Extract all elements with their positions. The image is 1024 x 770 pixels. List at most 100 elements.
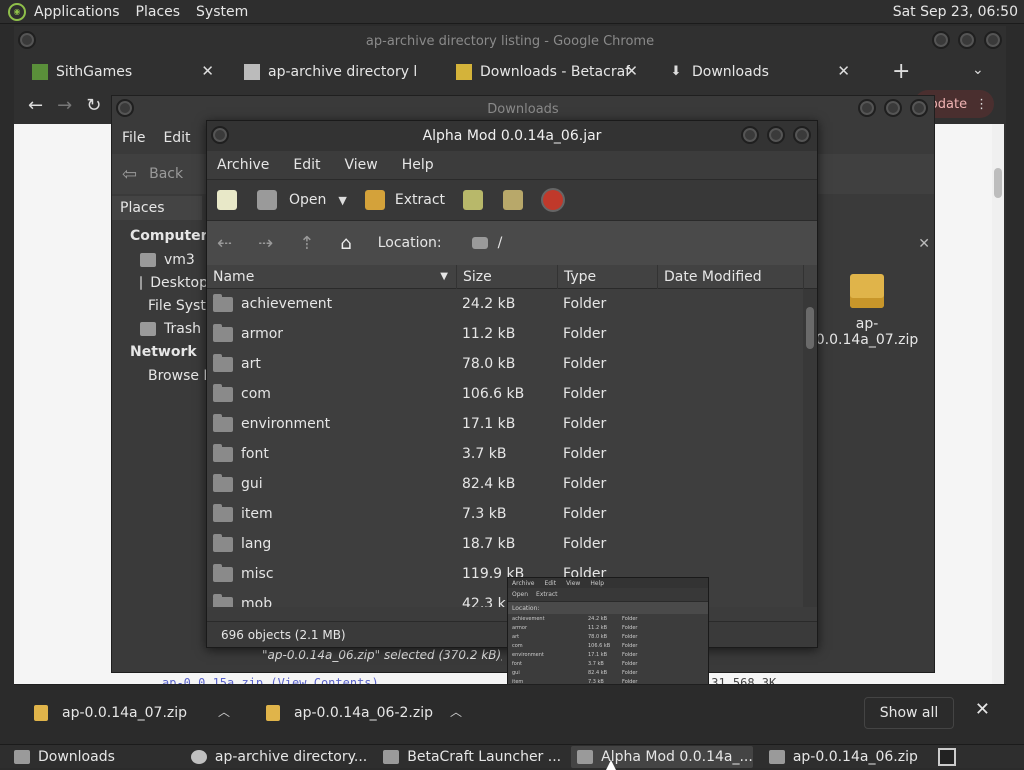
kebab-menu-icon[interactable]: ⋮ — [975, 97, 988, 112]
download-item-07[interactable]: ap-0.0.14a_07.zip ︿ — [14, 685, 246, 741]
tab-search-chevron-icon[interactable]: ⌄ — [972, 62, 984, 78]
show-desktop-icon[interactable] — [938, 748, 956, 766]
reload-icon[interactable]: ↻ — [86, 95, 101, 116]
window-menu-button[interactable] — [18, 31, 36, 49]
tab-sithgames[interactable]: SithGames ✕ — [14, 56, 226, 88]
file-row[interactable]: art 78.0 kB Folder — [207, 349, 817, 379]
col-date-modified[interactable]: Date Modified — [658, 264, 804, 289]
extract-button[interactable]: Extract — [395, 192, 445, 208]
window-menu-button[interactable] — [116, 99, 134, 117]
close-tab-icon[interactable]: ✕ — [201, 62, 214, 80]
tab-label: ap-archive directory listing — [268, 64, 418, 80]
downloads-window-title: Downloads — [487, 101, 559, 117]
home-icon[interactable]: ⌂ — [340, 233, 351, 254]
back-button[interactable]: Back — [149, 166, 183, 182]
maximize-button[interactable] — [958, 31, 976, 49]
close-pane-icon[interactable]: ✕ — [918, 236, 930, 252]
add-files-icon[interactable] — [463, 190, 484, 210]
forward-icon[interactable]: ⇢ — [258, 233, 273, 254]
col-type[interactable]: Type — [558, 264, 658, 289]
type-cell: Folder — [563, 476, 607, 492]
downloads-titlebar[interactable]: Downloads — [112, 96, 934, 122]
chevron-up-icon[interactable]: ︿ — [450, 703, 462, 720]
places-item-trash[interactable]: Trash — [112, 317, 208, 340]
forward-arrow-icon[interactable]: → — [57, 95, 72, 116]
file-row[interactable]: font 3.7 kB Folder — [207, 439, 817, 469]
menu-archive[interactable]: Archive — [217, 157, 269, 173]
menu-system[interactable]: System — [196, 4, 248, 20]
open-dropdown-icon[interactable]: ▼ — [338, 194, 346, 207]
location-value[interactable]: / — [498, 235, 503, 251]
archive-titlebar[interactable]: Alpha Mod 0.0.14a_06.jar — [207, 121, 817, 151]
task-downloads[interactable]: Downloads — [8, 746, 115, 768]
file-row[interactable]: gui 82.4 kB Folder — [207, 469, 817, 499]
open-archive-icon[interactable] — [257, 190, 277, 210]
menu-applications[interactable]: Applications — [34, 4, 120, 20]
desktop-logo-icon[interactable]: ◉ — [8, 2, 26, 21]
scrollbar-thumb[interactable] — [806, 307, 814, 349]
file-row[interactable]: armor 11.2 kB Folder — [207, 319, 817, 349]
file-list-scrollbar[interactable] — [803, 289, 817, 607]
show-all-button[interactable]: Show all — [864, 697, 954, 729]
name-cell: armor — [207, 323, 456, 342]
stop-icon[interactable] — [543, 190, 564, 210]
places-item-vm3[interactable]: vm3 — [112, 248, 208, 271]
tab-betacraft[interactable]: Downloads - Betacraft ✕ — [438, 56, 650, 88]
menu-edit[interactable]: Edit — [163, 130, 190, 146]
file-name: font — [241, 446, 269, 462]
scrollbar-thumb[interactable] — [994, 168, 1002, 198]
chrome-titlebar[interactable]: ap-archive directory listing - Google Ch… — [14, 26, 1006, 56]
zip-file-item[interactable]: ap-0.0.14a_07.zip — [812, 274, 922, 348]
new-tab-icon[interactable]: + — [892, 59, 910, 84]
menu-view[interactable]: View — [345, 157, 378, 173]
places-item-filesystem[interactable]: File System — [112, 294, 208, 317]
menu-file[interactable]: File — [122, 130, 145, 146]
task-betacraft[interactable]: BetaCraft Launcher ... — [377, 746, 561, 768]
places-item-desktop[interactable]: Desktop — [112, 271, 208, 294]
col-size[interactable]: Size — [457, 264, 558, 289]
tab-ap-archive[interactable]: ap-archive directory listing — [226, 56, 438, 88]
file-row[interactable]: achievement 24.2 kB Folder — [207, 289, 817, 319]
back-icon[interactable]: ⇦ — [122, 164, 137, 185]
close-download-bar-icon[interactable]: ✕ — [975, 699, 990, 720]
clock[interactable]: Sat Sep 23, 06:50 — [893, 4, 1018, 20]
file-row[interactable]: environment 17.1 kB Folder — [207, 409, 817, 439]
download-item-06-2[interactable]: ap-0.0.14a_06-2.zip ︿ — [246, 685, 478, 741]
menu-places[interactable]: Places — [136, 4, 181, 20]
file-row[interactable]: com 106.6 kB Folder — [207, 379, 817, 409]
back-icon[interactable]: ⇠ — [217, 233, 232, 254]
close-button[interactable] — [910, 99, 928, 117]
minimize-button[interactable] — [858, 99, 876, 117]
menu-help[interactable]: Help — [402, 157, 434, 173]
open-button[interactable]: Open — [289, 192, 326, 208]
maximize-button[interactable] — [767, 126, 785, 144]
minimize-button[interactable] — [932, 31, 950, 49]
file-row[interactable]: item 7.3 kB Folder — [207, 499, 817, 529]
chevron-up-icon[interactable]: ︿ — [218, 703, 230, 720]
places-header[interactable]: Places — [112, 196, 202, 220]
task-chrome[interactable]: ap-archive directory... — [185, 746, 367, 768]
add-folder-icon[interactable] — [503, 190, 524, 210]
col-name[interactable]: Name ▼ — [207, 264, 457, 289]
new-archive-icon[interactable] — [217, 190, 237, 210]
places-item-label: vm3 — [164, 251, 195, 268]
preview-name: com — [512, 642, 523, 649]
close-tab-icon[interactable]: ✕ — [625, 62, 638, 80]
page-scrollbar[interactable] — [992, 124, 1004, 684]
task-zip[interactable]: ap-0.0.14a_06.zip — [763, 746, 918, 768]
extract-icon[interactable] — [364, 190, 385, 210]
tab-downloads[interactable]: ⬇ Downloads ✕ — [650, 56, 862, 88]
minimize-button[interactable] — [741, 126, 759, 144]
menu-edit[interactable]: Edit — [293, 157, 320, 173]
places-item-browse-network[interactable]: Browse Network — [112, 364, 208, 387]
window-menu-button[interactable] — [211, 126, 229, 144]
close-button[interactable] — [984, 31, 1002, 49]
close-tab-icon[interactable]: ✕ — [837, 62, 850, 80]
up-icon[interactable]: ⇡ — [299, 233, 314, 254]
close-button[interactable] — [793, 126, 811, 144]
chrome-window-title: ap-archive directory listing - Google Ch… — [365, 33, 655, 49]
file-row[interactable]: lang 18.7 kB Folder — [207, 529, 817, 559]
maximize-button[interactable] — [884, 99, 902, 117]
task-alpha-mod[interactable]: Alpha Mod 0.0.14a_... — [571, 745, 753, 768]
back-arrow-icon[interactable]: ← — [28, 95, 43, 116]
